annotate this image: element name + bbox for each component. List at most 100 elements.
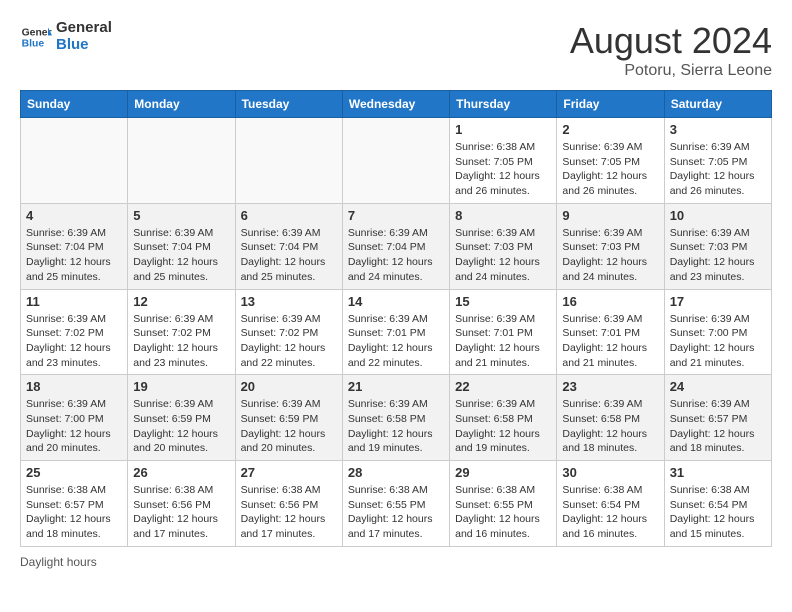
day-cell: 13 Sunrise: 6:39 AMSunset: 7:02 PMDayligh…	[235, 289, 342, 375]
day-info: Sunrise: 6:39 AMSunset: 7:03 PMDaylight:…	[455, 226, 551, 285]
header: General Blue General Blue August 2024 Po…	[20, 20, 772, 80]
day-number: 18	[26, 379, 122, 394]
col-header-thursday: Thursday	[450, 91, 557, 118]
day-info: Sunrise: 6:39 AMSunset: 7:00 PMDaylight:…	[670, 312, 766, 371]
day-info: Sunrise: 6:39 AMSunset: 6:59 PMDaylight:…	[241, 397, 337, 456]
day-cell: 20Sunrise: 6:39 AMSunset: 6:59 PMDayligh…	[235, 375, 342, 461]
day-info: Sunrise: 6:39 AMSunset: 6:58 PMDaylight:…	[562, 397, 658, 456]
col-header-tuesday: Tuesday	[235, 91, 342, 118]
day-number: 22	[455, 379, 551, 394]
title-area: August 2024 Potoru, Sierra Leone	[570, 20, 772, 80]
logo-blue: Blue	[56, 37, 112, 54]
week-row-2: 4 Sunrise: 6:39 AMSunset: 7:04 PMDaylight…	[21, 203, 772, 289]
day-cell: 19Sunrise: 6:39 AMSunset: 6:59 PMDayligh…	[128, 375, 235, 461]
day-info: Sunrise: 6:39 AMSunset: 7:05 PMDaylight:…	[562, 140, 658, 199]
day-cell: 7 Sunrise: 6:39 AMSunset: 7:04 PMDaylight…	[342, 203, 449, 289]
day-info: Sunrise: 6:38 AMSunset: 7:05 PMDaylight:…	[455, 140, 551, 199]
day-cell: 4 Sunrise: 6:39 AMSunset: 7:04 PMDaylight…	[21, 203, 128, 289]
week-row-3: 11Sunrise: 6:39 AMSunset: 7:02 PMDayligh…	[21, 289, 772, 375]
day-number: 3	[670, 122, 766, 137]
day-cell: 23 Sunrise: 6:39 AMSunset: 6:58 PMDayligh…	[557, 375, 664, 461]
day-info: Sunrise: 6:38 AMSunset: 6:54 PMDaylight:…	[670, 483, 766, 542]
day-cell: 11Sunrise: 6:39 AMSunset: 7:02 PMDayligh…	[21, 289, 128, 375]
col-header-sunday: Sunday	[21, 91, 128, 118]
day-cell: 2 Sunrise: 6:39 AMSunset: 7:05 PMDaylight…	[557, 118, 664, 204]
day-number: 7	[348, 208, 444, 223]
day-number: 31	[670, 465, 766, 480]
day-info: Sunrise: 6:39 AMSunset: 6:57 PMDaylight:…	[670, 397, 766, 456]
day-cell: 3Sunrise: 6:39 AMSunset: 7:05 PMDaylight…	[664, 118, 771, 204]
day-cell: 12 Sunrise: 6:39 AMSunset: 7:02 PMDayligh…	[128, 289, 235, 375]
day-number: 29	[455, 465, 551, 480]
day-info: Sunrise: 6:38 AMSunset: 6:54 PMDaylight:…	[562, 483, 658, 542]
day-info: Sunrise: 6:38 AMSunset: 6:55 PMDaylight:…	[348, 483, 444, 542]
day-number: 6	[241, 208, 337, 223]
week-row-5: 25Sunrise: 6:38 AMSunset: 6:57 PMDayligh…	[21, 461, 772, 547]
day-number: 28	[348, 465, 444, 480]
day-cell: 21 Sunrise: 6:39 AMSunset: 6:58 PMDayligh…	[342, 375, 449, 461]
day-info: Sunrise: 6:39 AMSunset: 7:04 PMDaylight:…	[348, 226, 444, 285]
day-info: Sunrise: 6:39 AMSunset: 7:02 PMDaylight:…	[26, 312, 122, 371]
col-header-wednesday: Wednesday	[342, 91, 449, 118]
day-cell	[235, 118, 342, 204]
day-number: 15	[455, 294, 551, 309]
svg-text:General: General	[22, 27, 52, 38]
day-number: 12	[133, 294, 229, 309]
day-number: 4	[26, 208, 122, 223]
day-info: Sunrise: 6:39 AMSunset: 6:58 PMDaylight:…	[455, 397, 551, 456]
day-cell: 8Sunrise: 6:39 AMSunset: 7:03 PMDaylight…	[450, 203, 557, 289]
day-number: 9	[562, 208, 658, 223]
day-info: Sunrise: 6:39 AMSunset: 7:01 PMDaylight:…	[455, 312, 551, 371]
header-row: SundayMondayTuesdayWednesdayThursdayFrid…	[21, 91, 772, 118]
day-info: Sunrise: 6:39 AMSunset: 7:01 PMDaylight:…	[562, 312, 658, 371]
logo-general: General	[56, 20, 112, 37]
day-cell: 18Sunrise: 6:39 AMSunset: 7:00 PMDayligh…	[21, 375, 128, 461]
day-cell: 15 Sunrise: 6:39 AMSunset: 7:01 PMDayligh…	[450, 289, 557, 375]
day-number: 27	[241, 465, 337, 480]
day-number: 2	[562, 122, 658, 137]
day-cell: 25Sunrise: 6:38 AMSunset: 6:57 PMDayligh…	[21, 461, 128, 547]
day-cell: 5Sunrise: 6:39 AMSunset: 7:04 PMDaylight…	[128, 203, 235, 289]
logo-icon: General Blue	[20, 21, 52, 53]
col-header-friday: Friday	[557, 91, 664, 118]
day-number: 19	[133, 379, 229, 394]
day-number: 14	[348, 294, 444, 309]
day-cell: 28 Sunrise: 6:38 AMSunset: 6:55 PMDayligh…	[342, 461, 449, 547]
day-info: Sunrise: 6:39 AMSunset: 7:02 PMDaylight:…	[133, 312, 229, 371]
day-cell: 27 Sunrise: 6:38 AMSunset: 6:56 PMDayligh…	[235, 461, 342, 547]
day-cell: 29Sunrise: 6:38 AMSunset: 6:55 PMDayligh…	[450, 461, 557, 547]
col-header-monday: Monday	[128, 91, 235, 118]
day-info: Sunrise: 6:39 AMSunset: 7:03 PMDaylight:…	[562, 226, 658, 285]
day-cell: 6Sunrise: 6:39 AMSunset: 7:04 PMDaylight…	[235, 203, 342, 289]
day-cell	[128, 118, 235, 204]
day-info: Sunrise: 6:39 AMSunset: 7:03 PMDaylight:…	[670, 226, 766, 285]
day-info: Sunrise: 6:39 AMSunset: 7:04 PMDaylight:…	[26, 226, 122, 285]
week-row-4: 18Sunrise: 6:39 AMSunset: 7:00 PMDayligh…	[21, 375, 772, 461]
day-number: 23	[562, 379, 658, 394]
subtitle: Potoru, Sierra Leone	[570, 62, 772, 80]
day-cell: 31 Sunrise: 6:38 AMSunset: 6:54 PMDayligh…	[664, 461, 771, 547]
day-cell: 14Sunrise: 6:39 AMSunset: 7:01 PMDayligh…	[342, 289, 449, 375]
week-row-1: 1 Sunrise: 6:38 AMSunset: 7:05 PMDaylight…	[21, 118, 772, 204]
day-number: 13	[241, 294, 337, 309]
day-number: 21	[348, 379, 444, 394]
day-cell	[21, 118, 128, 204]
day-cell: 1 Sunrise: 6:38 AMSunset: 7:05 PMDaylight…	[450, 118, 557, 204]
day-cell: 16Sunrise: 6:39 AMSunset: 7:01 PMDayligh…	[557, 289, 664, 375]
day-number: 24	[670, 379, 766, 394]
day-number: 25	[26, 465, 122, 480]
col-header-saturday: Saturday	[664, 91, 771, 118]
day-info: Sunrise: 6:39 AMSunset: 7:02 PMDaylight:…	[241, 312, 337, 371]
footer: Daylight hours	[20, 555, 772, 569]
day-info: Sunrise: 6:38 AMSunset: 6:56 PMDaylight:…	[133, 483, 229, 542]
day-number: 17	[670, 294, 766, 309]
day-number: 1	[455, 122, 551, 137]
logo: General Blue General Blue	[20, 20, 112, 53]
day-info: Sunrise: 6:38 AMSunset: 6:56 PMDaylight:…	[241, 483, 337, 542]
day-number: 10	[670, 208, 766, 223]
day-cell: 17 Sunrise: 6:39 AMSunset: 7:00 PMDayligh…	[664, 289, 771, 375]
day-cell: 26Sunrise: 6:38 AMSunset: 6:56 PMDayligh…	[128, 461, 235, 547]
day-info: Sunrise: 6:39 AMSunset: 6:58 PMDaylight:…	[348, 397, 444, 456]
day-info: Sunrise: 6:39 AMSunset: 7:04 PMDaylight:…	[133, 226, 229, 285]
main-title: August 2024	[570, 20, 772, 62]
